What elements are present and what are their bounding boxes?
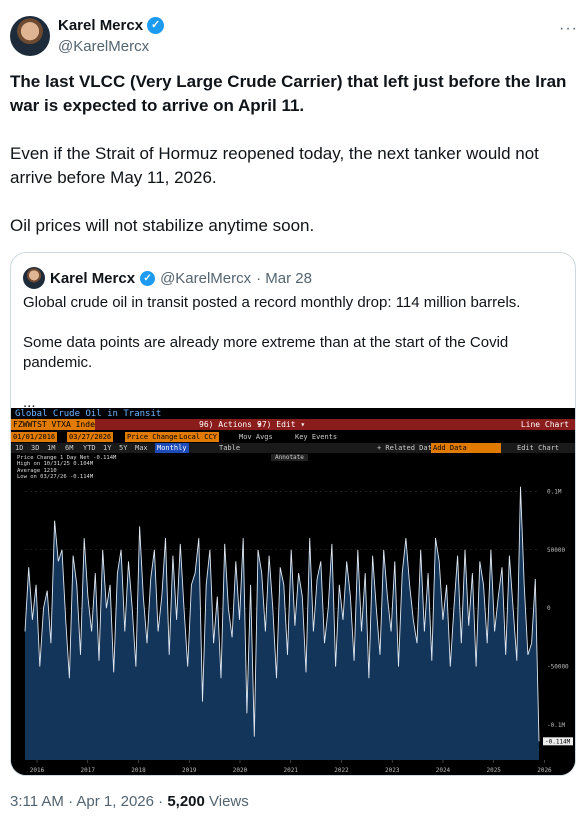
- chart-legend: Price Change 1 Day Net -0.114M High on 1…: [17, 455, 116, 481]
- quoted-tweet-header: Karel Mercx ✓ @KarelMercx · Mar 28: [23, 267, 312, 289]
- x-tick-label: 2024: [436, 767, 451, 774]
- views-label: Views: [204, 793, 249, 810]
- actions-menu: 96) Actions ▾: [199, 420, 262, 429]
- period-5y: 5Y: [119, 444, 128, 452]
- start-date: 01/01/2016: [11, 432, 58, 442]
- tweet-footer: 3:11 AM · Apr 1, 2026 · 5,200 Views: [10, 793, 249, 810]
- end-date: 03/27/2026: [67, 432, 114, 442]
- line-chart-label: Line Chart: [520, 420, 569, 429]
- tweet-paragraph-1: The last VLCC (Very Large Crude Carrier)…: [10, 72, 567, 115]
- more-options-icon[interactable]: ···: [559, 20, 578, 38]
- verified-badge-icon: ✓: [147, 17, 165, 34]
- ticker-field: FZWWTST VTXA Inde: [11, 419, 95, 430]
- period-ytd: YTD: [83, 444, 96, 452]
- price-change-field: Price Change: [125, 432, 180, 442]
- post-timestamp[interactable]: 3:11 AM · Apr 1, 2026 ·: [10, 793, 167, 810]
- x-tick-label: 2019: [182, 767, 197, 774]
- legend-row: Low on 03/27/26 -0.114M: [17, 474, 94, 481]
- tweet-header: Karel Mercx ✓ @KarelMercx ···: [10, 14, 578, 58]
- period-6m: 6M: [65, 444, 74, 452]
- tweet-paragraph-2: Even if the Strait of Hormuz reopened to…: [10, 144, 539, 187]
- y-tick-label: -0.1M: [547, 722, 565, 729]
- x-tick-label: 2016: [30, 767, 45, 774]
- x-tick-label: 2023: [385, 767, 400, 774]
- quoted-avatar: [23, 267, 45, 289]
- quoted-author-name: Karel Mercx: [50, 269, 136, 287]
- y-tick-label: 0: [547, 605, 551, 612]
- author-name[interactable]: Karel Mercx: [58, 17, 143, 34]
- table-toggle: Table: [219, 444, 241, 452]
- y-tick-label: -50000: [547, 664, 569, 671]
- quoted-paragraph-2: Some data points are already more extrem…: [23, 334, 509, 371]
- terminal-title: Global Crude Oil in Transit: [15, 409, 162, 419]
- quoted-author-handle: @KarelMercx: [160, 269, 252, 287]
- author-handle[interactable]: @KarelMercx: [58, 38, 149, 55]
- y-tick-label: 50000: [547, 547, 565, 554]
- period-3d: 3D: [31, 444, 40, 452]
- author-name-row[interactable]: Karel Mercx ✓: [58, 17, 165, 34]
- add-data-field: Add Data: [431, 443, 501, 453]
- period-max: Max: [135, 444, 148, 452]
- quoted-tweet-text: Global crude oil in transit posted a rec…: [23, 293, 563, 413]
- date-range-bar: 01/01/2016 03/27/2026 Price Change Local…: [11, 432, 575, 442]
- x-tick-label: 2021: [283, 767, 298, 774]
- tweet-text: The last VLCC (Very Large Crude Carrier)…: [10, 70, 570, 262]
- annotate-button: Annotate: [271, 454, 308, 461]
- view-count: 5,200: [167, 793, 205, 810]
- edit-chart-button: Edit Chart: [517, 444, 560, 452]
- period-1y: 1Y: [103, 444, 112, 452]
- x-tick-label: 2020: [233, 767, 248, 774]
- quoted-date: · Mar 28: [256, 269, 312, 287]
- x-tick-label: 2022: [334, 767, 349, 774]
- related-data: + Related Dat: [377, 444, 432, 452]
- x-tick-label: 2025: [486, 767, 501, 774]
- x-tick-label: 2026: [537, 767, 552, 774]
- quoted-tweet[interactable]: Karel Mercx ✓ @KarelMercx · Mar 28 Globa…: [10, 252, 576, 776]
- period-bar: 1D 3D 1M 6M YTD 1Y 5Y Max Monthly Table …: [11, 443, 575, 453]
- key-events-toggle: Key Events: [295, 433, 338, 441]
- quoted-paragraph-1: Global crude oil in transit posted a rec…: [23, 294, 521, 311]
- currency-field: Local CCY: [177, 432, 219, 442]
- x-tick-label: 2017: [81, 767, 96, 774]
- verified-badge-icon: ✓: [140, 270, 156, 286]
- y-tick-label: 0.1M: [547, 488, 562, 495]
- last-value-label: -0.114M: [545, 738, 571, 745]
- chart-image[interactable]: 0.1M 50000 0 -50000 -0.1M 2016 2017 2018 2019 202…: [11, 408, 575, 775]
- terminal-toolbar: FZWWTST VTXA Inde 96) Actions ▾ 97) Edit…: [11, 419, 575, 430]
- mov-avgs-toggle: Mov Avgs: [239, 433, 273, 441]
- frequency-select: Monthly: [155, 443, 189, 453]
- period-1m: 1M: [47, 444, 56, 452]
- x-tick-label: 2018: [131, 767, 146, 774]
- avatar[interactable]: [10, 16, 50, 56]
- period-1d: 1D: [15, 444, 24, 452]
- edit-menu: 97) Edit ▾: [257, 420, 306, 429]
- tweet-paragraph-3: Oil prices will not stabilize anytime so…: [10, 216, 315, 235]
